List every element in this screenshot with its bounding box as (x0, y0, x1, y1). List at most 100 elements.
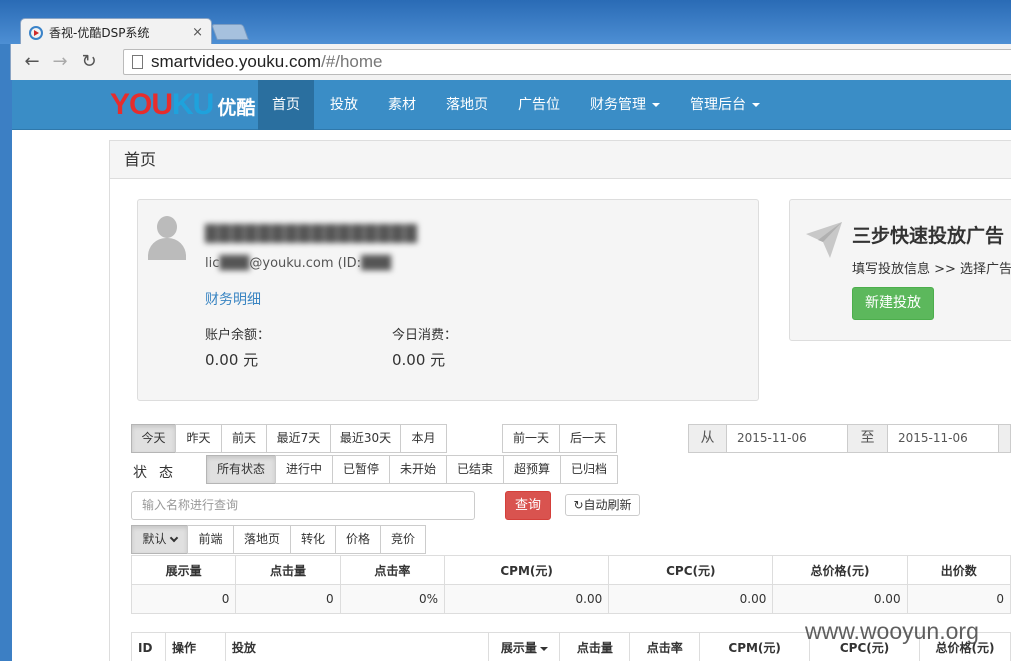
col-delivery-header[interactable]: 投放 (224, 632, 490, 661)
account-id-blur: ███ (360, 256, 391, 271)
sort-down-icon (539, 646, 548, 651)
status-overbudget-button[interactable]: 超预算 (503, 455, 561, 484)
view-default-button[interactable]: 默认 (131, 525, 188, 554)
summary-value: 0.00 (444, 584, 610, 614)
balance-value: 0.00 元 (205, 351, 259, 369)
today-spend-value: 0.00 元 (392, 351, 446, 369)
auto-refresh-button[interactable]: ↻自动刷新 (565, 494, 640, 516)
range-7days-button[interactable]: 最近7天 (266, 424, 331, 453)
query-button[interactable]: 查询 (505, 491, 551, 520)
range-yesterday-button[interactable]: 昨天 (175, 424, 222, 453)
nav-material-label: 素材 (388, 97, 416, 113)
browser-tab[interactable]: 香视-优酷DSP系统 × (20, 18, 212, 46)
summary-value: 0 (906, 584, 1011, 614)
status-running-button[interactable]: 进行中 (275, 455, 333, 484)
page-icon (132, 55, 143, 69)
balance-label: 账户余额： (205, 328, 271, 343)
nav-admin[interactable]: 管理后台 (676, 80, 774, 130)
chevron-down-icon (169, 533, 178, 543)
col-cpm-header[interactable]: CPM(元) (699, 632, 811, 661)
new-campaign-button[interactable]: 新建投放 (852, 287, 934, 320)
date-to-input[interactable]: 2015-11-06 (887, 424, 999, 453)
close-icon[interactable]: × (192, 25, 203, 40)
view-default-label: 默认 (142, 532, 167, 546)
status-ended-button[interactable]: 已结束 (446, 455, 504, 484)
col-impressions-header[interactable]: 展示量 (488, 632, 561, 661)
nav-admin-label: 管理后台 (690, 97, 746, 113)
forward-icon[interactable]: → (49, 51, 71, 73)
page-title: 首页 (110, 140, 1011, 179)
sidebar-divider (109, 140, 110, 661)
nav-finance[interactable]: 财务管理 (576, 80, 674, 130)
address-bar[interactable]: smartvideo.youku.com/#/home (123, 49, 1011, 75)
col-clicks-header[interactable]: 点击量 (559, 632, 631, 661)
email-domain: @youku.com (ID: (249, 256, 361, 271)
summary-value-row: 0 0 0% 0.00 0.00 0.00 0 (130, 584, 1011, 614)
summary-header: CPM(元) (444, 555, 610, 585)
paper-plane-icon (806, 222, 842, 258)
reload-icon[interactable]: ↻ (78, 51, 100, 73)
account-email: lic███@youku.com (ID:███ (205, 256, 391, 271)
url-host: smartvideo.youku.com (151, 52, 322, 71)
status-archived-button[interactable]: 已归档 (560, 455, 618, 484)
logo-cn: 优酷 (217, 97, 256, 119)
col-ctr-header[interactable]: 点击率 (629, 632, 701, 661)
logo-ku: KU (172, 88, 214, 121)
new-tab-button[interactable] (211, 24, 249, 40)
nav-finance-label: 财务管理 (590, 97, 646, 113)
back-icon[interactable]: ← (21, 51, 43, 73)
logo-text: YOUKU (110, 88, 214, 122)
summary-header: 总价格(元) (772, 555, 908, 585)
email-blur: ███ (219, 256, 250, 271)
top-navbar: YOUKU 优酷 首页 投放 素材 落地页 广告位 财务管理 管理后台 (12, 80, 1011, 130)
url-path: /#/home (321, 52, 383, 71)
browser-tabbar: 香视-优酷DSP系统 × (0, 0, 1011, 46)
summary-header: 出价数 (906, 555, 1011, 585)
summary-header: 点击率 (339, 555, 446, 585)
watermark: www.wooyun.org (805, 618, 979, 644)
quick-start-desc: 填写投放信息 >> 选择广告 (852, 262, 1011, 277)
finance-detail-link[interactable]: 财务明细 (205, 289, 261, 309)
today-spend-label: 今日消费： (392, 328, 458, 343)
view-bidding-button[interactable]: 竞价 (380, 525, 426, 554)
calendar-addon[interactable] (998, 424, 1011, 453)
nav-landing-label: 落地页 (446, 97, 488, 113)
youku-logo[interactable]: YOUKU 优酷 (110, 88, 255, 122)
status-label: 状态 (133, 465, 185, 481)
view-conversion-button[interactable]: 转化 (290, 525, 336, 554)
nav-home-label: 首页 (272, 97, 300, 113)
nav-landing[interactable]: 落地页 (432, 80, 502, 130)
summary-value: 0.00 (772, 584, 908, 614)
view-price-button[interactable]: 价格 (335, 525, 381, 554)
nav-delivery[interactable]: 投放 (316, 80, 372, 130)
tab-title: 香视-优酷DSP系统 (49, 26, 150, 40)
nav-home[interactable]: 首页 (258, 80, 314, 130)
summary-table: 展示量 点击量 点击率 CPM(元) CPC(元) 总价格(元) 出价数 0 0… (130, 555, 1011, 614)
col-id-header[interactable]: ID (131, 632, 166, 661)
range-daybefore-button[interactable]: 前天 (221, 424, 267, 453)
caret-down-icon (752, 103, 760, 107)
date-from-input[interactable]: 2015-11-06 (726, 424, 848, 453)
range-month-button[interactable]: 本月 (400, 424, 447, 453)
youku-favicon-icon (29, 25, 43, 40)
nav-delivery-label: 投放 (330, 97, 358, 113)
range-today-button[interactable]: 今天 (131, 424, 176, 453)
range-30days-button[interactable]: 最近30天 (330, 424, 401, 453)
search-input[interactable]: 输入名称进行查询 (131, 491, 475, 520)
view-landing-button[interactable]: 落地页 (233, 525, 291, 554)
prev-day-button[interactable]: 前一天 (502, 424, 560, 453)
view-frontend-button[interactable]: 前端 (187, 525, 234, 554)
account-panel: ████████████████ lic███@youku.com (ID:██… (137, 199, 759, 401)
summary-header: 展示量 (130, 555, 237, 585)
next-day-button[interactable]: 后一天 (559, 424, 617, 453)
auto-refresh-label: 自动刷新 (583, 498, 632, 512)
col-impressions-label: 展示量 (500, 641, 537, 655)
status-paused-button[interactable]: 已暂停 (332, 455, 390, 484)
status-notstarted-button[interactable]: 未开始 (389, 455, 447, 484)
status-all-button[interactable]: 所有状态 (206, 455, 276, 484)
nav-material[interactable]: 素材 (374, 80, 430, 130)
summary-value: 0 (130, 584, 237, 614)
nav-adslot[interactable]: 广告位 (504, 80, 574, 130)
summary-header: 点击量 (235, 555, 341, 585)
caret-down-icon (652, 103, 660, 107)
